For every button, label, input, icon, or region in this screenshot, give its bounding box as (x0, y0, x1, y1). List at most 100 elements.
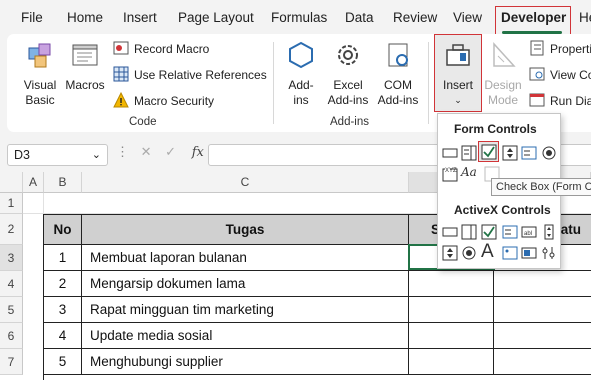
column-header-a[interactable]: A (23, 172, 44, 193)
visual-basic-button[interactable]: Visual Basic (18, 40, 62, 108)
chevron-down-icon[interactable]: ⌄ (92, 148, 101, 161)
excel-addins-button[interactable]: Excel Add-ins (323, 40, 373, 108)
cell-tugas[interactable]: Update media sosial (82, 323, 409, 349)
list-box-icon[interactable] (521, 145, 537, 161)
cell-no[interactable]: 2 (44, 271, 82, 297)
combo-box-icon[interactable] (461, 145, 477, 161)
addins-button[interactable]: Add- ins (282, 40, 320, 108)
name-box[interactable]: D3 ⌄ (7, 144, 108, 166)
activex-more-controls-icon[interactable] (541, 245, 557, 261)
run-dialog-button[interactable]: Run Dia (529, 91, 591, 111)
row-header-5[interactable]: 5 (0, 297, 23, 323)
menu-data[interactable]: Data (345, 10, 374, 25)
activex-button-icon[interactable] (442, 224, 458, 240)
design-mode-button[interactable]: Design Mode (482, 40, 524, 108)
cell-no[interactable]: 5 (44, 349, 82, 375)
insert-button-content[interactable]: Insert ⌄ (436, 40, 480, 108)
design-mode-label-2: Mode (487, 93, 519, 107)
cell-tugas[interactable]: Rapat mingguan tim marketing (82, 297, 409, 323)
code-group-label: Code (129, 116, 157, 128)
activex-combo-box-icon[interactable] (461, 224, 477, 240)
select-all-corner[interactable] (0, 172, 23, 193)
record-macro-button[interactable]: Record Macro (113, 39, 209, 59)
column-header-c[interactable]: C (82, 172, 409, 193)
cell-status[interactable] (409, 271, 494, 297)
checkbox-control-icon[interactable] (481, 144, 497, 160)
view-code-button[interactable]: View Co (529, 65, 591, 85)
menu-insert[interactable]: Insert (123, 10, 157, 25)
excel-addins-label-2: Add-ins (327, 93, 369, 107)
cell-status[interactable] (409, 297, 494, 323)
relative-references-button[interactable]: Use Relative References (113, 65, 267, 85)
button-control-icon[interactable] (442, 145, 458, 161)
activex-checkbox-icon[interactable] (481, 224, 497, 240)
activex-scroll-bar-icon[interactable] (541, 224, 557, 240)
hexagon-icon (289, 41, 313, 69)
activex-list-box-icon[interactable] (502, 224, 518, 240)
option-button-icon[interactable] (541, 145, 557, 161)
cell-catatan[interactable] (494, 297, 591, 323)
svg-text:abl: abl (524, 231, 532, 237)
design-mode-icon (493, 42, 516, 67)
menu-review[interactable]: Review (393, 10, 437, 25)
activex-image-icon[interactable] (502, 245, 518, 261)
toolbox-icon (446, 44, 470, 66)
fx-icon[interactable]: fx (192, 145, 204, 160)
column-header-b[interactable]: B (44, 172, 82, 193)
header-no[interactable]: No (44, 215, 82, 245)
svg-text:XYZ: XYZ (445, 168, 457, 174)
menu-file[interactable]: File (21, 10, 43, 25)
cell-status[interactable] (409, 323, 494, 349)
cancel-icon[interactable]: ✕ (141, 144, 152, 159)
cell-catatan[interactable] (494, 349, 591, 375)
view-code-label: View Co (550, 68, 591, 82)
activex-spin-button-icon[interactable] (442, 245, 458, 261)
enter-icon[interactable]: ✓ (165, 144, 176, 159)
checkbox-tooltip: Check Box (Form Co (491, 178, 591, 196)
row-header-3[interactable]: 3 (0, 245, 23, 271)
cell-no[interactable]: 3 (44, 297, 82, 323)
cell-status[interactable] (409, 349, 494, 375)
activex-label-icon[interactable]: A (481, 241, 497, 262)
excel-addins-label-1: Excel (333, 78, 363, 92)
cell-tugas[interactable]: Mengarsip dokumen lama (82, 271, 409, 297)
cell-tugas[interactable]: Membuat laporan bulanan (82, 245, 409, 271)
ribbon-separator (273, 42, 274, 124)
cell-catatan[interactable] (494, 323, 591, 349)
macros-button[interactable]: Macros (64, 40, 106, 93)
macro-security-button[interactable]: Macro Security (113, 91, 214, 111)
properties-button[interactable]: Properti (529, 39, 591, 59)
menu-page-layout[interactable]: Page Layout (178, 10, 254, 25)
label-control-icon[interactable]: Aa (461, 165, 477, 181)
row-header-2[interactable]: 2 (0, 214, 23, 245)
cell-no[interactable]: 4 (44, 323, 82, 349)
com-addins-label-1: COM (384, 78, 412, 92)
header-tugas[interactable]: Tugas (82, 215, 409, 245)
row-header-4[interactable]: 4 (0, 271, 23, 297)
cell-no[interactable]: 1 (44, 245, 82, 271)
addins-label-2: ins (293, 93, 309, 107)
cell-catatan[interactable] (494, 271, 591, 297)
activex-option-button-icon[interactable] (461, 245, 477, 261)
menu-help[interactable]: He (579, 10, 591, 25)
com-addins-button[interactable]: COM Add-ins (374, 40, 422, 108)
properties-icon (530, 40, 544, 56)
menu-home[interactable]: Home (67, 10, 103, 25)
activex-toggle-button-icon[interactable] (521, 245, 537, 261)
com-addins-label-2: Add-ins (377, 93, 419, 107)
spin-button-icon[interactable] (502, 145, 518, 161)
activex-text-box-icon[interactable]: abl (521, 224, 537, 240)
addins-group-label: Add-ins (330, 116, 369, 128)
more-icon[interactable]: ⋮ (116, 144, 129, 159)
menu-formulas[interactable]: Formulas (271, 10, 327, 25)
form-controls-title: Form Controls (454, 122, 537, 136)
design-mode-label-1: Design (484, 78, 522, 92)
group-box-icon[interactable]: XYZ (442, 166, 458, 182)
row-header-1[interactable]: 1 (0, 193, 23, 214)
cell-tugas[interactable]: Menghubungi supplier (82, 349, 409, 375)
menu-view[interactable]: View (453, 10, 482, 25)
activex-controls-title: ActiveX Controls (454, 203, 551, 217)
row-header-7[interactable]: 7 (0, 349, 23, 375)
formula-buttons: ⋮ ✕ ✓ fx (116, 144, 204, 160)
row-header-6[interactable]: 6 (0, 323, 23, 349)
